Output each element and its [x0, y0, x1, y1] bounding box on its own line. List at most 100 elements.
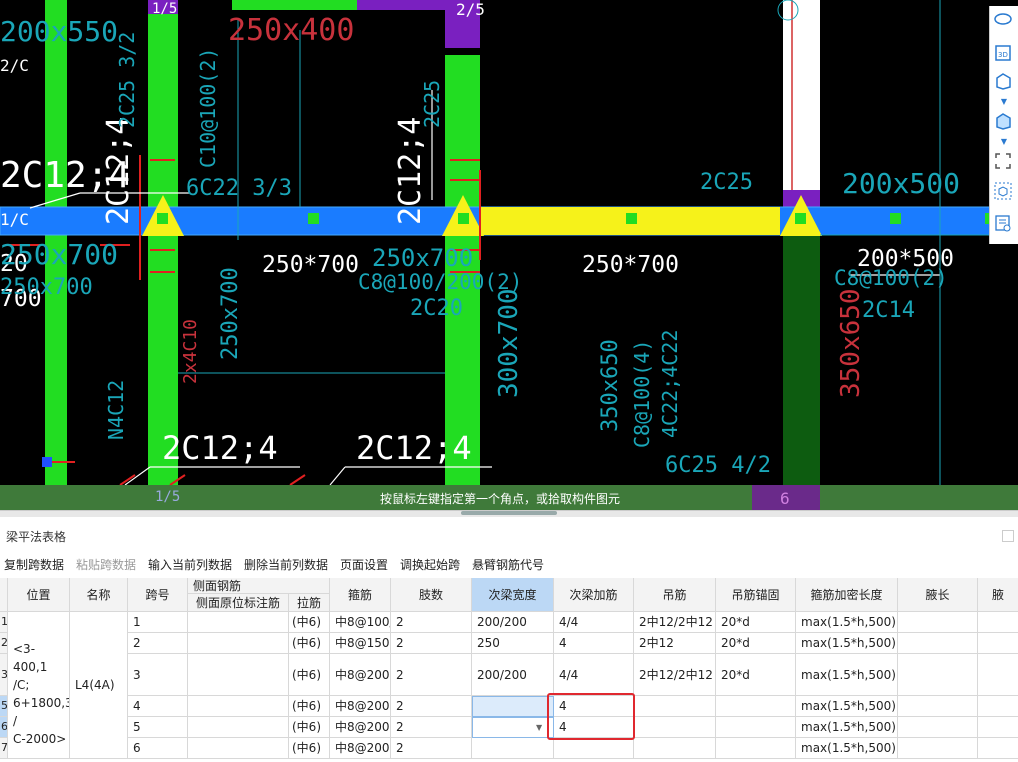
dense-cell[interactable]: max(1.5*h,500) — [796, 612, 898, 633]
cad-canvas[interactable]: 250*700 250*700 200*500 2C12;4 2C12;4 2C… — [0, 0, 1018, 515]
side-orig-cell[interactable] — [188, 696, 289, 717]
hanger-cell[interactable]: 2中12/2中12 — [634, 612, 716, 633]
header-haunch-length[interactable]: 腋长 — [898, 578, 978, 612]
header-legs[interactable]: 肢数 — [391, 578, 472, 612]
orbit-icon[interactable] — [994, 12, 1014, 32]
haunch-length-cell[interactable] — [898, 633, 978, 654]
tie-cell[interactable]: (中6) — [289, 654, 330, 696]
swap-start-button[interactable]: 调换起始跨 — [400, 556, 460, 573]
hanger-cell[interactable] — [634, 738, 716, 759]
sec-width-cell[interactable] — [472, 738, 554, 759]
row-number[interactable]: 7 — [0, 738, 8, 759]
anchor-cell[interactable] — [716, 717, 796, 738]
hanger-cell[interactable] — [634, 696, 716, 717]
haunch-cell[interactable] — [978, 633, 1018, 654]
haunch-cell[interactable] — [978, 612, 1018, 633]
side-orig-cell[interactable] — [188, 738, 289, 759]
copy-span-button[interactable]: 复制跨数据 — [4, 556, 64, 573]
cantilever-code-button[interactable]: 悬臂钢筋代号 — [472, 556, 544, 573]
header-span[interactable]: 跨号 — [128, 578, 188, 612]
side-orig-cell[interactable] — [188, 717, 289, 738]
tie-cell[interactable]: (中6) — [289, 696, 330, 717]
dropdown-arrow-icon[interactable]: ▼ — [536, 723, 542, 732]
sec-add-cell[interactable]: 4/4 — [554, 654, 634, 696]
tie-cell[interactable]: (中6) — [289, 738, 330, 759]
tie-cell[interactable]: (中6) — [289, 633, 330, 654]
select-region-icon[interactable] — [994, 152, 1014, 172]
panel-splitter[interactable] — [0, 510, 1018, 517]
stirrup-cell[interactable]: 中8@200( — [330, 738, 391, 759]
sec-add-cell[interactable]: 4/4 — [554, 612, 634, 633]
side-orig-cell[interactable] — [188, 654, 289, 696]
row-number[interactable]: 5 — [0, 696, 8, 717]
anchor-cell[interactable]: 20*d — [716, 612, 796, 633]
span-cell[interactable]: 5 — [128, 717, 188, 738]
header-haunch[interactable]: 腋 — [978, 578, 1018, 612]
header-side-orig[interactable]: 侧面原位标注筋 — [188, 594, 289, 612]
sec-width-cell[interactable]: 200/200 — [472, 612, 554, 633]
row-number[interactable]: 3 — [0, 654, 8, 696]
anchor-cell[interactable]: 20*d — [716, 633, 796, 654]
tie-cell[interactable]: (中6) — [289, 717, 330, 738]
haunch-cell[interactable] — [978, 654, 1018, 696]
haunch-cell[interactable] — [978, 717, 1018, 738]
position-cell[interactable]: <3-400,1 /C; 6+1800,3 / C-2000> — [8, 612, 70, 759]
chevron-down-icon[interactable]: ▼ — [994, 136, 1014, 146]
stirrup-cell[interactable]: 中8@100/ — [330, 612, 391, 633]
name-cell[interactable]: L4(4A) — [70, 612, 128, 759]
haunch-length-cell[interactable] — [898, 738, 978, 759]
header-hanger[interactable]: 吊筋 — [634, 578, 716, 612]
chevron-down-icon[interactable]: ▼ — [994, 96, 1014, 106]
tie-cell[interactable]: (中6) — [289, 612, 330, 633]
header-secondary-width[interactable]: 次梁宽度 — [472, 578, 554, 612]
header-dense-length[interactable]: 箍筋加密长度 — [796, 578, 898, 612]
sec-add-cell[interactable] — [554, 738, 634, 759]
header-stirrup[interactable]: 箍筋 — [330, 578, 391, 612]
box-icon[interactable] — [994, 72, 1014, 92]
anchor-cell[interactable]: 20*d — [716, 654, 796, 696]
side-orig-cell[interactable] — [188, 633, 289, 654]
legs-cell[interactable]: 2 — [391, 633, 472, 654]
delete-column-button[interactable]: 删除当前列数据 — [244, 556, 328, 573]
panel-corner-icon[interactable] — [1002, 530, 1014, 542]
haunch-length-cell[interactable] — [898, 717, 978, 738]
stirrup-cell[interactable]: 中8@200( — [330, 654, 391, 696]
legs-cell[interactable]: 2 — [391, 738, 472, 759]
legs-cell[interactable]: 2 — [391, 612, 472, 633]
legs-cell[interactable]: 2 — [391, 654, 472, 696]
haunch-cell[interactable] — [978, 696, 1018, 717]
header-name[interactable]: 名称 — [70, 578, 128, 612]
haunch-length-cell[interactable] — [898, 696, 978, 717]
header-secondary-add[interactable]: 次梁加筋 — [554, 578, 634, 612]
sec-add-cell[interactable]: 4 — [554, 633, 634, 654]
haunch-length-cell[interactable] — [898, 654, 978, 696]
legs-cell[interactable]: 2 — [391, 696, 472, 717]
dense-cell[interactable]: max(1.5*h,500) — [796, 738, 898, 759]
sec-width-cell[interactable] — [472, 696, 554, 717]
splitter-handle[interactable] — [461, 511, 557, 515]
haunch-cell[interactable] — [978, 738, 1018, 759]
header-position[interactable]: 位置 — [8, 578, 70, 612]
hanger-cell[interactable] — [634, 717, 716, 738]
span-cell[interactable]: 3 — [128, 654, 188, 696]
dense-cell[interactable]: max(1.5*h,500) — [796, 654, 898, 696]
row-number[interactable]: 6 — [0, 717, 8, 738]
anchor-cell[interactable] — [716, 696, 796, 717]
header-hanger-anchor[interactable]: 吊筋锚固 — [716, 578, 796, 612]
input-column-button[interactable]: 输入当前列数据 — [148, 556, 232, 573]
view-3d-icon[interactable]: 3D — [994, 44, 1014, 64]
haunch-length-cell[interactable] — [898, 612, 978, 633]
stirrup-cell[interactable]: 中8@150( — [330, 633, 391, 654]
paste-span-button[interactable]: 粘贴跨数据 — [76, 556, 136, 573]
side-orig-cell[interactable] — [188, 612, 289, 633]
dense-cell[interactable]: max(1.5*h,500) — [796, 633, 898, 654]
dense-cell[interactable]: max(1.5*h,500) — [796, 717, 898, 738]
dense-cell[interactable]: max(1.5*h,500) — [796, 696, 898, 717]
component-icon[interactable] — [994, 182, 1014, 202]
stirrup-cell[interactable]: 中8@200( — [330, 717, 391, 738]
row-number[interactable]: 2 — [0, 633, 8, 654]
hanger-cell[interactable]: 2中12 — [634, 633, 716, 654]
span-cell[interactable]: 1 — [128, 612, 188, 633]
sec-width-cell[interactable]: 250 — [472, 633, 554, 654]
anchor-cell[interactable] — [716, 738, 796, 759]
